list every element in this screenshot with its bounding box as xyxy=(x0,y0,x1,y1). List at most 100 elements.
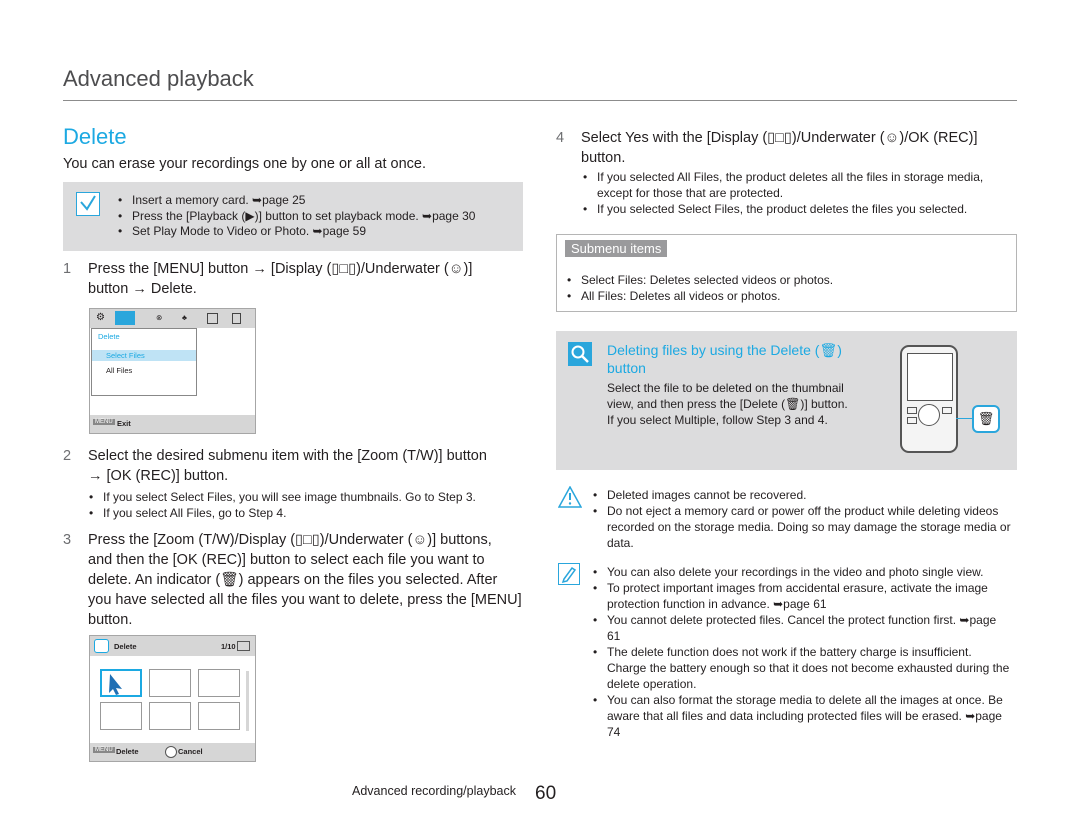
menu-screen: ⚙ ⊗ ♣ Delete Select Files All Files MENU… xyxy=(89,308,256,434)
bullet-item: If you selected Select Files, the produc… xyxy=(581,201,1016,217)
bullet-item: If you select All Files, go to Step 4. xyxy=(87,505,527,521)
check-icon xyxy=(76,192,100,216)
magnifier-icon xyxy=(568,342,592,366)
section-title: Advanced playback xyxy=(63,66,254,91)
note-item: You cannot delete protected files. Cance… xyxy=(591,612,1011,644)
tip-body: Select the file to be deleted on the thu… xyxy=(607,380,848,428)
thumb-counter: 1/10 xyxy=(221,642,236,651)
note-item: You can also delete your recordings in t… xyxy=(591,564,1011,580)
camera-dial xyxy=(918,404,940,426)
submenu-list: Select Files: Deletes selected videos or… xyxy=(565,272,1005,304)
step-2-bullets: If you select Select Files, you will see… xyxy=(87,489,527,521)
delete-icon xyxy=(94,639,109,653)
thumbnail[interactable] xyxy=(149,669,191,697)
step-text: button. xyxy=(581,150,626,166)
step-text: Press the [MENU] button → [Display (▯□▯)… xyxy=(88,261,473,277)
tip-title-line: Deleting files by using the Delete (🗑) xyxy=(607,342,842,358)
step-number: 2 xyxy=(63,448,72,464)
thumb-title-bar: Delete 1/10 xyxy=(90,636,255,656)
camera-screen xyxy=(907,353,953,401)
menu-title: Delete xyxy=(98,332,120,341)
display-icon xyxy=(207,313,218,324)
scrollbar[interactable] xyxy=(246,671,249,731)
camera-button xyxy=(907,417,917,424)
menu-footer-bar: MENU Exit xyxy=(90,415,255,433)
thumbnail[interactable] xyxy=(149,702,191,730)
step-text: Press the [Zoom (T/W)/Display (▯□▯)/Unde… xyxy=(88,532,492,548)
thumbnail[interactable] xyxy=(100,702,142,730)
delete-button[interactable]: Delete xyxy=(116,747,139,756)
step-1: 1 Press the [MENU] button → [Display (▯□… xyxy=(63,259,523,299)
menu-item-all-files[interactable]: All Files xyxy=(106,366,132,375)
warning-item: Deleted images cannot be recovered. xyxy=(591,487,1011,503)
warning-list: Deleted images cannot be recovered. Do n… xyxy=(591,487,1011,551)
share-icon: ♣ xyxy=(182,313,187,322)
step-text: you have selected all the files you want… xyxy=(88,592,522,608)
tip-title: Deleting files by using the Delete (🗑) b… xyxy=(607,341,842,377)
step-text: Select the desired submenu item with the… xyxy=(88,448,487,464)
prereq-item: Set Play Mode to Video or Photo. ➥page 5… xyxy=(116,224,475,240)
thumbnail[interactable] xyxy=(198,702,240,730)
step-text: → [OK (REC)] button. xyxy=(88,468,229,484)
note-item: The delete function does not work if the… xyxy=(591,644,1011,692)
submenu-heading: Submenu items xyxy=(565,240,668,257)
thumbnail[interactable] xyxy=(198,669,240,697)
note-list: You can also delete your recordings in t… xyxy=(591,564,1011,740)
thumb-footer-bar: MENU Delete Cancel xyxy=(90,743,255,761)
camera-button xyxy=(942,407,952,414)
step-4: 4 Select Yes with the [Display (▯□▯)/Und… xyxy=(556,128,1026,168)
step-3: 3 Press the [Zoom (T/W)/Display (▯□▯)/Un… xyxy=(63,530,533,630)
step-text: delete. An indicator (🗑) appears on the … xyxy=(88,572,498,588)
camera-button xyxy=(907,407,917,414)
footer-label: Advanced recording/playback xyxy=(352,784,516,798)
prereq-item: Insert a memory card. ➥page 25 xyxy=(116,193,475,209)
step-text: button. xyxy=(88,612,133,628)
step-2: 2 Select the desired submenu item with t… xyxy=(63,446,533,486)
settings-icon: ⚙ xyxy=(96,312,105,323)
delete-tab-icon xyxy=(115,311,135,325)
header-rule xyxy=(63,100,1017,101)
warning-item: Do not eject a memory card or power off … xyxy=(591,503,1011,551)
submenu-item: All Files: Deletes all videos or photos. xyxy=(565,288,1005,304)
cancel-button[interactable]: Cancel xyxy=(178,747,203,756)
menu-item-select-files[interactable]: Select Files xyxy=(106,351,145,360)
tip-line: view, and then press the [Delete (🗑)] bu… xyxy=(607,397,848,411)
thumb-title: Delete xyxy=(114,642,137,651)
submenu-item: Select Files: Deletes selected videos or… xyxy=(565,272,1005,288)
thumbnail-selected[interactable] xyxy=(100,669,142,697)
step-text: button → Delete. xyxy=(88,281,197,297)
menu-key: MENU xyxy=(93,419,115,425)
menu-key: MENU xyxy=(93,747,115,753)
menu-tab-bar: ⚙ ⊗ ♣ xyxy=(90,309,255,328)
info-icon xyxy=(232,313,241,324)
note-item: You can also format the storage media to… xyxy=(591,692,1011,740)
step-text: Select Yes with the [Display (▯□▯)/Under… xyxy=(581,130,978,146)
protect-icon: ⊗ xyxy=(156,313,163,322)
card-icon xyxy=(237,641,250,651)
callout-line xyxy=(956,418,972,419)
ok-icon xyxy=(165,746,177,758)
bullet-item: If you selected All Files, the product d… xyxy=(581,169,1016,201)
page-heading: Delete xyxy=(63,124,127,149)
note-icon xyxy=(558,563,580,585)
page-number: 60 xyxy=(535,783,557,804)
prerequisite-list: Insert a memory card. ➥page 25 Press the… xyxy=(116,193,475,240)
prereq-item: Press the [Playback (▶)] button to set p… xyxy=(116,209,475,225)
thumbnail-screen: Delete 1/10 MENU Delete Cancel xyxy=(89,635,256,762)
exit-label: Exit xyxy=(117,419,131,428)
note-item: To protect important images from acciden… xyxy=(591,580,1011,612)
intro-text: You can erase your recordings one by one… xyxy=(63,156,427,172)
step-text: and then the [OK (REC)] button to select… xyxy=(88,552,485,568)
submenu-panel: Delete Select Files All Files xyxy=(91,328,197,396)
trash-icon: 🗑 xyxy=(972,405,1000,433)
camera-illustration xyxy=(900,345,958,453)
tip-line: Select the file to be deleted on the thu… xyxy=(607,381,844,395)
step-4-bullets: If you selected All Files, the product d… xyxy=(581,169,1016,217)
bullet-item: If you select Select Files, you will see… xyxy=(87,489,527,505)
tip-title-line: button xyxy=(607,360,646,376)
step-number: 4 xyxy=(556,130,565,146)
warning-icon xyxy=(557,485,583,508)
tip-line: If you select Multiple, follow Step 3 an… xyxy=(607,413,828,427)
step-number: 3 xyxy=(63,532,72,548)
step-number: 1 xyxy=(63,261,72,277)
